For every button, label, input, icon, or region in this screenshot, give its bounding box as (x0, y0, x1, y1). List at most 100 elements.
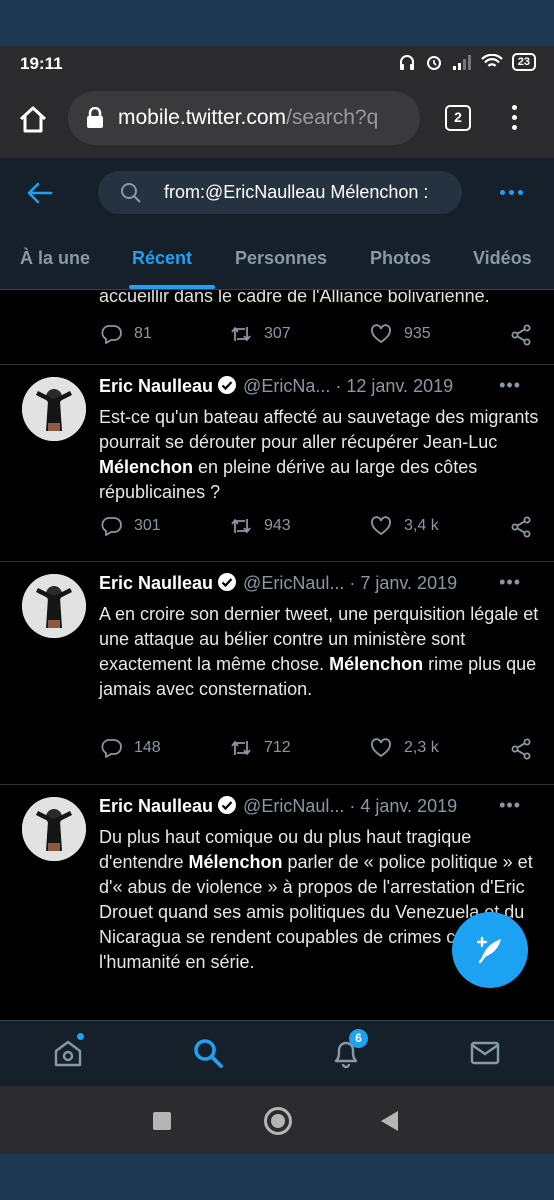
author-handle[interactable]: @EricNaul... (243, 573, 344, 593)
retweet-button[interactable]: 943 (230, 515, 291, 537)
tweet-text: A en croire son dernier tweet, une perqu… (99, 604, 539, 699)
tweet-card[interactable]: Eric Naulleau @EricNaul... · 7 janv. 2019… (0, 562, 554, 784)
avatar[interactable] (22, 377, 86, 441)
verified-badge-icon (218, 376, 237, 394)
tweet-card[interactable]: Eric Naulleau @EricNaul... · 4 janv. 2019… (0, 785, 554, 1020)
reply-icon (101, 517, 122, 536)
wifi-icon (480, 54, 503, 67)
tweet-text: Est-ce qu'un bateau affecté au sauvetage… (99, 407, 539, 502)
partial-tweet-actions: 81 307 935 (0, 323, 554, 353)
reply-count: 301 (134, 517, 161, 534)
tweet-menu-icon[interactable]: ••• (499, 572, 521, 593)
status-icons: 23 (398, 53, 536, 71)
reply-count: 81 (134, 325, 152, 342)
tweet-menu-icon[interactable]: ••• (499, 375, 521, 396)
browser-home-icon[interactable] (18, 104, 48, 134)
avatar-photo (22, 574, 86, 638)
partial-tweet-text: accueillir dans le cadre de l'Alliance b… (99, 290, 490, 306)
like-button[interactable]: 2,3 k (370, 737, 439, 759)
url-path: /search?q (286, 106, 379, 129)
retweet-icon (231, 519, 251, 533)
battery-indicator: 23 (511, 53, 536, 71)
messages-envelope-icon[interactable] (469, 1037, 501, 1069)
reply-button[interactable]: 148 (100, 737, 161, 759)
tab-videos[interactable]: Vidéos (473, 248, 532, 269)
tweet-actions: 301 943 3,4 k (0, 515, 554, 545)
android-home-icon[interactable] (264, 1107, 292, 1135)
phone-screen: 19:11 23 mobile.twitter.com/search?q 2 f… (0, 46, 554, 1154)
retweet-icon (231, 327, 251, 341)
heart-icon (371, 324, 391, 344)
reply-count: 148 (134, 739, 161, 756)
tab-people[interactable]: Personnes (235, 248, 327, 269)
tab-top[interactable]: À la une (20, 248, 90, 269)
reply-icon (101, 739, 122, 758)
search-tabs: À la une Récent Personnes Photos Vidéos (0, 230, 554, 290)
tweet-header: Eric Naulleau @EricNa... · 12 janv. 2019 … (99, 375, 529, 401)
share-icon[interactable] (510, 324, 532, 346)
lock-icon (87, 107, 103, 128)
back-arrow-icon[interactable] (27, 180, 53, 206)
search-icon (121, 183, 141, 203)
url-text: mobile.twitter.com/search?q (118, 106, 378, 130)
heart-icon (371, 738, 391, 758)
status-time: 19:11 (20, 54, 63, 73)
more-options-icon[interactable] (500, 190, 523, 195)
tweet-date[interactable]: · 12 janv. 2019 (335, 376, 453, 396)
avatar[interactable] (22, 797, 86, 861)
avatar[interactable] (22, 574, 86, 638)
search-query: from:@EricNaulleau Mélenchon : (164, 182, 429, 202)
android-navigation-bar (0, 1086, 554, 1154)
tweet-menu-icon[interactable]: ••• (499, 795, 521, 816)
status-bar: 19:11 23 (0, 46, 554, 82)
share-icon[interactable] (510, 738, 532, 760)
retweet-button[interactable]: 712 (230, 737, 291, 759)
retweet-icon (231, 741, 251, 755)
retweet-count: 943 (264, 517, 291, 534)
home-icon[interactable] (52, 1037, 84, 1069)
headphones-icon (399, 55, 414, 70)
twitter-search-header: from:@EricNaulleau Mélenchon : (0, 158, 554, 230)
top-backdrop (0, 0, 554, 46)
tab-switcher-button[interactable]: 2 (445, 105, 471, 131)
retweet-button[interactable]: 307 (230, 323, 291, 345)
browser-menu-icon[interactable] (508, 102, 520, 134)
avatar-photo (22, 797, 86, 861)
url-bar[interactable]: mobile.twitter.com/search?q (68, 91, 420, 145)
tweet-date[interactable]: · 7 janv. 2019 (349, 573, 457, 593)
share-icon[interactable] (510, 516, 532, 538)
author-name[interactable]: Eric Naulleau (99, 796, 213, 816)
alarm-icon (426, 56, 441, 70)
author-handle[interactable]: @EricNaul... (243, 796, 344, 816)
recent-apps-icon[interactable] (153, 1112, 171, 1130)
browser-toolbar: mobile.twitter.com/search?q 2 (0, 82, 554, 158)
active-tab-indicator (129, 285, 215, 289)
tab-photos[interactable]: Photos (370, 248, 431, 269)
tab-latest[interactable]: Récent (132, 248, 192, 269)
signal-icon (452, 55, 471, 70)
tweet-card[interactable]: Eric Naulleau @EricNa... · 12 janv. 2019 … (0, 365, 554, 561)
retweet-count: 307 (264, 325, 291, 342)
author-name[interactable]: Eric Naulleau (99, 573, 213, 593)
like-count: 3,4 k (404, 517, 439, 534)
tweet-header: Eric Naulleau @EricNaul... · 7 janv. 2019… (99, 572, 529, 598)
compose-tweet-button[interactable] (452, 912, 528, 988)
tweet-date[interactable]: · 4 janv. 2019 (349, 796, 457, 816)
home-unread-dot (77, 1033, 84, 1040)
reply-button[interactable]: 301 (100, 515, 161, 537)
verified-badge-icon (218, 573, 237, 591)
like-button[interactable]: 3,4 k (370, 515, 439, 537)
tweet-feed: accueillir dans le cadre de l'Alliance b… (0, 290, 554, 1020)
search-input[interactable]: from:@EricNaulleau Mélenchon : (98, 171, 462, 214)
search-nav-icon[interactable] (192, 1037, 224, 1069)
author-handle[interactable]: @EricNa... (243, 376, 330, 396)
like-count: 935 (404, 325, 431, 342)
like-button[interactable]: 935 (370, 323, 431, 345)
reply-button[interactable]: 81 (100, 323, 152, 345)
author-name[interactable]: Eric Naulleau (99, 376, 213, 396)
android-back-icon[interactable] (381, 1111, 398, 1131)
avatar-photo (22, 377, 86, 441)
heart-icon (371, 516, 391, 536)
like-count: 2,3 k (404, 739, 439, 756)
url-host: mobile.twitter.com (118, 106, 287, 129)
